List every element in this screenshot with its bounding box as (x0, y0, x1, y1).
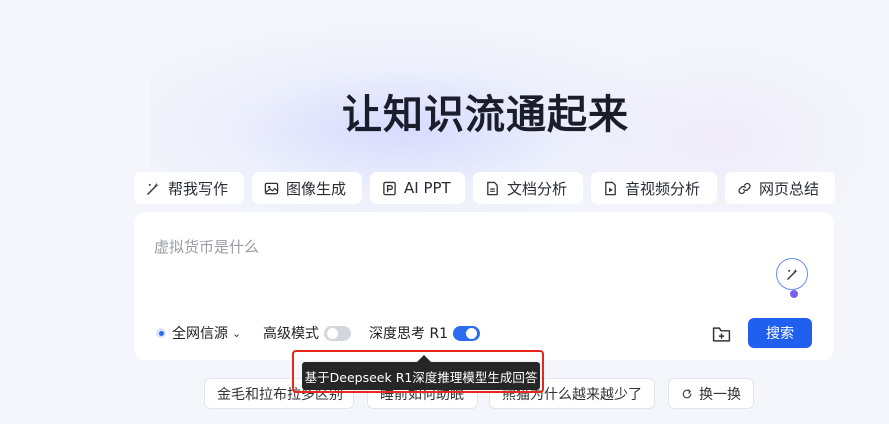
deep-think-tooltip: 基于Deepseek R1深度推理模型生成回答 (302, 362, 540, 390)
prompt-enhance-button[interactable] (776, 258, 808, 290)
advanced-mode-toggle[interactable] (324, 325, 351, 341)
tool-webpage-button[interactable]: 网页总结 (725, 172, 835, 204)
tool-image-button[interactable]: 图像生成 (252, 172, 362, 204)
tool-label: 网页总结 (759, 179, 820, 198)
tool-label: 文档分析 (507, 179, 568, 198)
search-button[interactable]: 搜索 (748, 318, 812, 348)
tool-label: AI PPT (404, 179, 451, 197)
folder-add-icon (712, 326, 730, 342)
document-icon (487, 181, 498, 195)
media-file-icon (605, 181, 616, 195)
source-label: 全网信源 (172, 326, 228, 342)
deep-think-label: 深度思考 R1 (369, 326, 449, 342)
tool-document-button[interactable]: 文档分析 (473, 172, 583, 204)
background-glow-secondary (560, 40, 880, 240)
upload-folder-button[interactable] (710, 323, 732, 345)
refresh-suggestions-button[interactable]: 换一换 (668, 378, 754, 409)
tool-writing-button[interactable]: 帮我写作 (134, 172, 244, 204)
deep-think-toggle[interactable] (453, 325, 481, 341)
magic-wand-icon (786, 268, 798, 280)
advanced-mode-label: 高级模式 (263, 326, 319, 342)
page-title: 让知识流通起来 (342, 92, 629, 138)
search-card: 全网信源 ⌄ 高级模式 深度思考 R1 搜索 (134, 212, 834, 360)
magic-wand-icon (147, 182, 159, 195)
search-input[interactable] (154, 238, 754, 256)
toggle-knob (327, 327, 338, 339)
toggle-knob (466, 327, 478, 339)
tool-label: 音视频分析 (625, 179, 701, 198)
source-selector[interactable]: 全网信源 ⌄ (156, 323, 241, 343)
tool-ppt-button[interactable]: AI PPT (370, 172, 465, 204)
refresh-icon (682, 388, 692, 398)
image-icon (264, 182, 279, 194)
deep-think-option: 深度思考 R1 (369, 323, 481, 343)
tool-label: 图像生成 (286, 179, 347, 198)
tooltip-arrow (417, 355, 431, 362)
tool-label: 帮我写作 (168, 179, 229, 198)
notification-dot (790, 290, 798, 298)
chevron-down-icon: ⌄ (232, 326, 242, 340)
source-dot-icon (156, 328, 166, 338)
ppt-icon (383, 181, 396, 195)
link-icon (738, 182, 751, 194)
advanced-mode-option: 高级模式 (263, 323, 351, 343)
tool-media-button[interactable]: 音视频分析 (591, 172, 717, 204)
refresh-label: 换一换 (699, 386, 741, 403)
